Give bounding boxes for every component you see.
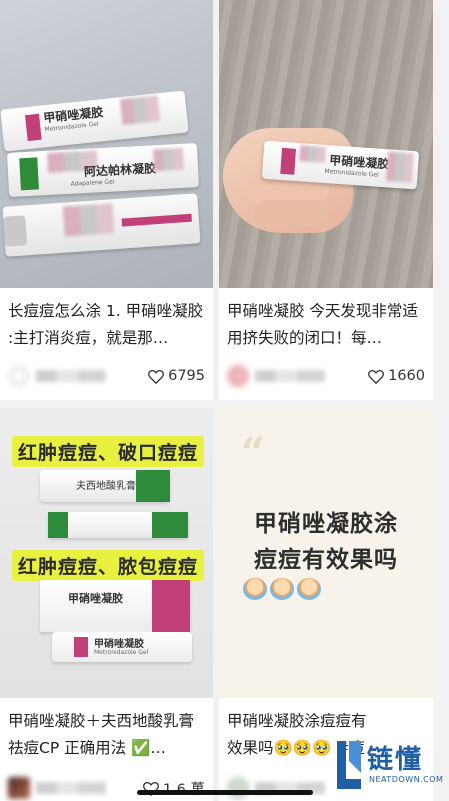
post-meta: 6795 bbox=[8, 365, 205, 387]
post-image-1[interactable]: 甲硝唑凝胶 Metronidazole Gel 阿达帕林凝胶 Adapalene… bbox=[0, 0, 213, 288]
mosaic-blur bbox=[62, 203, 115, 237]
post-image-2[interactable]: 甲硝唑凝胶 Metronidazole Gel bbox=[219, 0, 433, 288]
like-count: 1660 bbox=[388, 368, 425, 384]
tube-label: 夫西地酸乳膏 bbox=[76, 481, 136, 492]
feed-card-1[interactable]: 甲硝唑凝胶 Metronidazole Gel 阿达帕林凝胶 Adapalene… bbox=[0, 0, 213, 400]
mosaic-blur bbox=[299, 145, 327, 163]
site-watermark-logo: 链懂 NEATDOWN.COM bbox=[333, 733, 443, 793]
author-avatar[interactable] bbox=[227, 365, 249, 387]
box-label: 甲硝唑凝胶 bbox=[68, 592, 123, 605]
tube-label: 甲硝唑凝胶 bbox=[94, 639, 144, 650]
pink-band bbox=[152, 580, 190, 632]
like-count: 1.6 萬 bbox=[163, 778, 205, 799]
author-avatar[interactable] bbox=[8, 365, 30, 387]
green-band bbox=[152, 512, 188, 538]
highlight-banner: 红肿痘痘、破口痘痘 bbox=[12, 436, 205, 467]
cream-tube-image bbox=[48, 512, 188, 538]
author-avatar[interactable] bbox=[227, 777, 249, 799]
home-indicator[interactable] bbox=[137, 790, 313, 795]
crying-emoji-icon bbox=[243, 578, 267, 600]
gel-tube-image bbox=[2, 193, 201, 257]
like-button[interactable]: 6795 bbox=[148, 365, 205, 387]
medicine-box-image: 甲硝唑凝胶 bbox=[40, 580, 190, 632]
crying-emoji-icon bbox=[270, 578, 294, 600]
cream-tube-image: 夫西地酸乳膏 bbox=[40, 470, 170, 502]
mosaic-blur bbox=[152, 147, 185, 172]
post-image-4[interactable]: “ 甲硝唑凝胶涂 痘痘有效果吗 bbox=[219, 408, 433, 698]
tube-sublabel: Metronidazole Gel bbox=[94, 649, 149, 656]
logo-brand-en: NEATDOWN.COM bbox=[369, 775, 444, 784]
cover-text-line-2: 痘痘有效果吗 bbox=[254, 547, 398, 573]
post-title[interactable]: 甲硝唑凝胶 今天发现非常适用挤失败的闭口！每… bbox=[227, 298, 427, 352]
post-title[interactable]: 长痘痘怎么涂 1. 甲硝唑凝胶 :主打消炎痘，就是那… bbox=[8, 298, 207, 352]
cover-text-line-1: 甲硝唑凝胶涂 bbox=[254, 511, 398, 537]
logo-brand-cn: 链懂 bbox=[367, 745, 424, 775]
feed-card-2[interactable]: 甲硝唑凝胶 Metronidazole Gel 甲硝唑凝胶 今天发现非常适用挤失… bbox=[219, 0, 433, 400]
highlight-banner: 红肿痘痘、脓包痘痘 bbox=[12, 550, 205, 581]
pink-stripe bbox=[25, 113, 42, 142]
crying-emoji-icon bbox=[297, 578, 321, 600]
heart-icon bbox=[368, 369, 385, 384]
tube-sublabel: Adapalene Gel bbox=[70, 178, 115, 188]
quote-mark: “ bbox=[241, 428, 266, 477]
author-avatar[interactable] bbox=[8, 777, 30, 799]
like-count: 6795 bbox=[168, 368, 205, 384]
mosaic-blur bbox=[119, 95, 161, 126]
pink-stripe bbox=[74, 637, 88, 657]
red-label-band bbox=[121, 213, 192, 227]
like-button[interactable]: 1660 bbox=[368, 365, 425, 387]
tube-cap bbox=[3, 215, 28, 247]
green-band bbox=[48, 512, 68, 538]
like-button[interactable]: 1.6 萬 bbox=[142, 777, 205, 799]
post-meta: 1.6 萬 bbox=[8, 777, 205, 799]
post-meta: 1660 bbox=[227, 365, 425, 387]
post-image-3[interactable]: 红肿痘痘、破口痘痘 夫西地酸乳膏 红肿痘痘、脓包痘痘 甲硝唑凝胶 甲硝唑凝胶 M… bbox=[0, 408, 213, 698]
logo-mark-icon bbox=[337, 741, 361, 789]
pink-stripe bbox=[280, 147, 297, 175]
hand-finger bbox=[255, 200, 329, 226]
gel-tube-image: 甲硝唑凝胶 Metronidazole Gel bbox=[52, 632, 192, 662]
post-title[interactable]: 甲硝唑凝胶＋夫西地酸乳膏 祛痘CP 正确用法 ✅… bbox=[8, 708, 207, 762]
green-band bbox=[136, 470, 170, 502]
author-name[interactable] bbox=[36, 782, 106, 794]
tube-label: 阿达帕林凝胶 bbox=[83, 161, 157, 179]
gel-tube-image: 阿达帕林凝胶 Adapalene Gel bbox=[6, 143, 200, 197]
author-name[interactable] bbox=[255, 370, 325, 382]
feed-card-3[interactable]: 红肿痘痘、破口痘痘 夫西地酸乳膏 红肿痘痘、脓包痘痘 甲硝唑凝胶 甲硝唑凝胶 M… bbox=[0, 408, 213, 801]
mosaic-blur bbox=[385, 151, 415, 184]
author-name[interactable] bbox=[36, 370, 106, 382]
gel-tube-image: 甲硝唑凝胶 Metronidazole Gel bbox=[0, 90, 189, 152]
heart-icon bbox=[148, 369, 165, 384]
green-stripe bbox=[19, 157, 39, 191]
emoji-row bbox=[243, 578, 324, 604]
